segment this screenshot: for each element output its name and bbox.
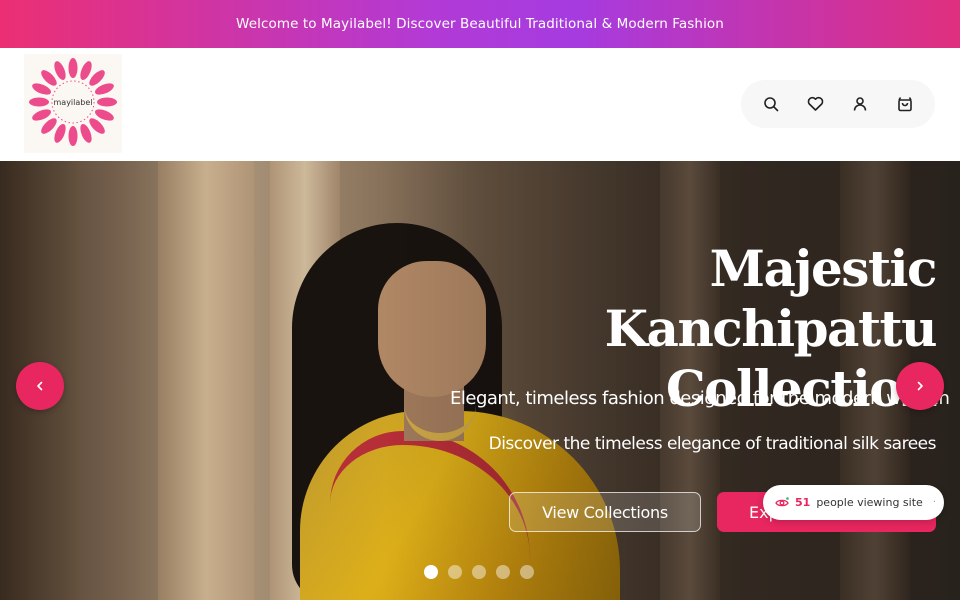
wishlist-button[interactable] <box>800 88 832 120</box>
cart-icon <box>897 97 912 112</box>
hero-title-line1: Majestic Kanchipattu <box>604 239 938 358</box>
slide-dot[interactable] <box>424 565 438 579</box>
cart-button[interactable] <box>889 88 921 120</box>
live-viewers-badge: 51 people viewing site · <box>763 485 944 520</box>
search-button[interactable] <box>755 88 787 120</box>
dismiss-dot-icon[interactable]: · <box>933 497 936 508</box>
header-actions <box>741 80 935 128</box>
eye-icon <box>775 496 789 506</box>
logo-text: mayilabel <box>53 98 93 107</box>
chevron-left-icon <box>37 381 43 391</box>
slide-dot[interactable] <box>520 565 534 579</box>
view-collections-button[interactable]: View Collections <box>509 492 701 532</box>
user-icon <box>853 97 867 111</box>
announcement-text: Welcome to Mayilabel! Discover Beautiful… <box>236 16 724 32</box>
account-button[interactable] <box>844 88 876 120</box>
search-icon <box>764 97 779 112</box>
slide-dot[interactable] <box>448 565 462 579</box>
slide-indicators <box>424 565 534 579</box>
prev-slide-button[interactable] <box>16 362 64 410</box>
hero-description: Discover the timeless elegance of tradit… <box>488 434 937 454</box>
slide-dot[interactable] <box>496 565 510 579</box>
slide-dot[interactable] <box>472 565 486 579</box>
heart-icon <box>807 96 824 111</box>
hero-slider: Majestic Kanchipattu Collection Elegant,… <box>0 161 960 600</box>
logo[interactable]: mayilabel <box>24 54 122 153</box>
next-slide-button[interactable] <box>896 362 944 410</box>
site-header: mayilabel <box>0 48 960 161</box>
announcement-bar: Welcome to Mayilabel! Discover Beautiful… <box>0 0 960 48</box>
chevron-right-icon <box>917 381 923 391</box>
hero-subtitle: Elegant, timeless fashion designed for t… <box>450 388 950 409</box>
viewer-label: people viewing site <box>816 496 923 509</box>
viewer-count: 51 <box>795 496 811 509</box>
